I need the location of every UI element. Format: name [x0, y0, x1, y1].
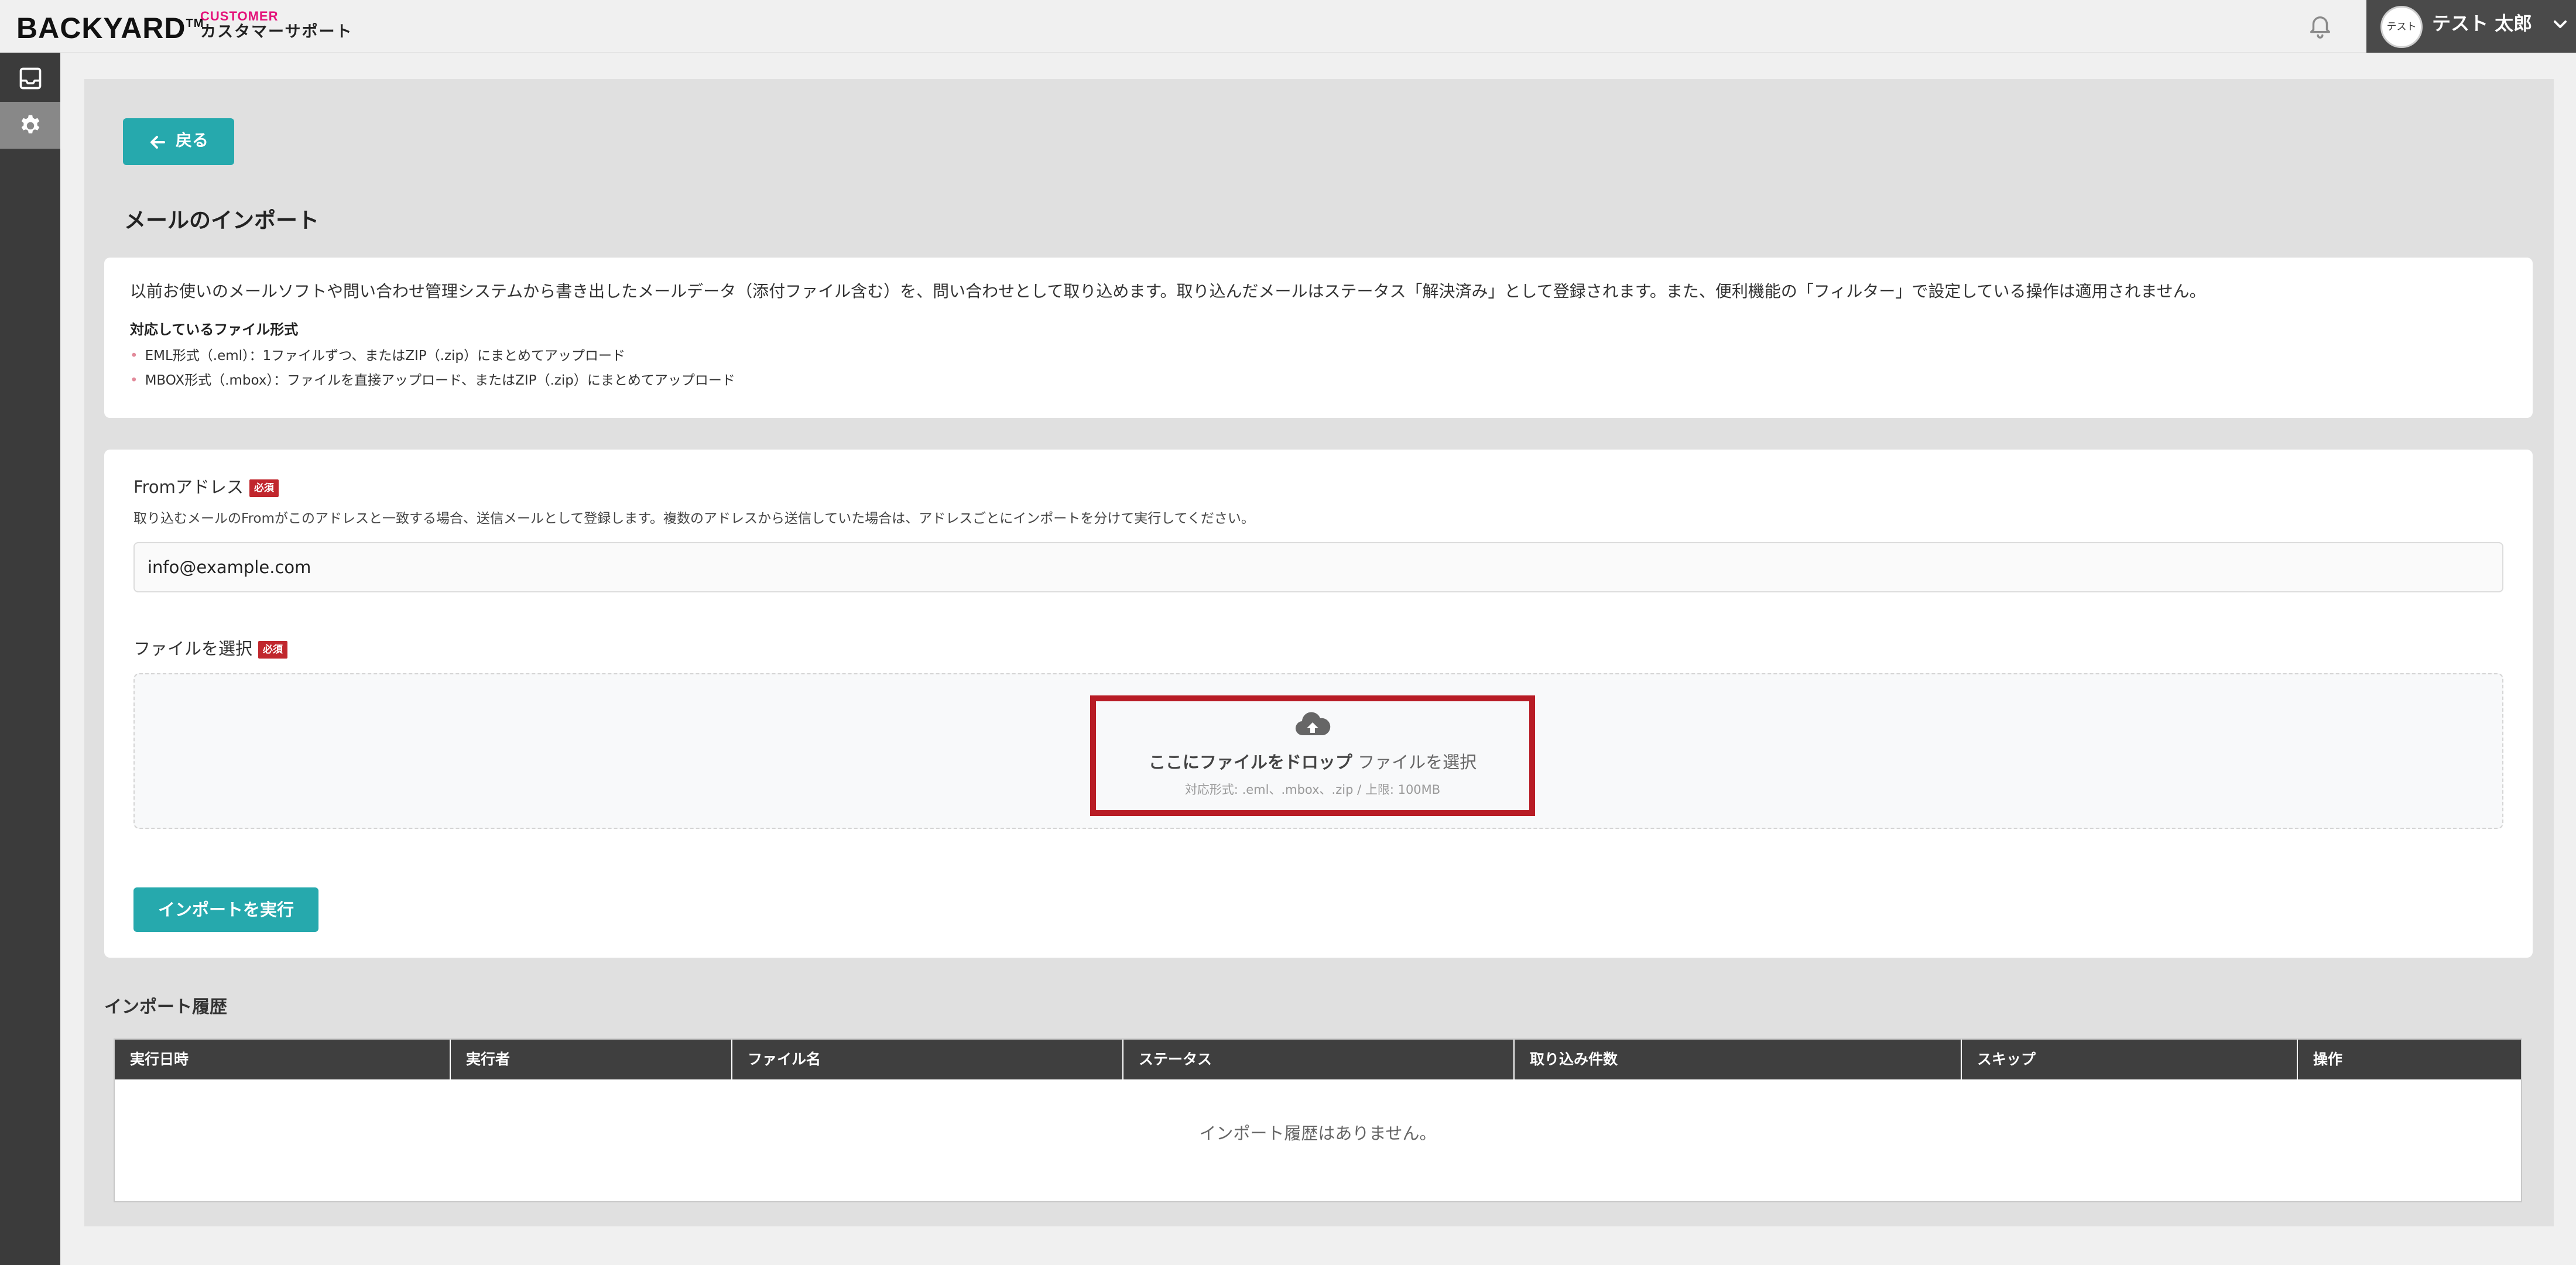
intro-description: 以前お使いのメールソフトや問い合わせ管理システムから書き出したメールデータ（添付…	[130, 282, 2206, 301]
column-header[interactable]: 実行日時	[115, 1040, 451, 1079]
run-import-button[interactable]: インポートを実行	[133, 887, 318, 932]
empty-state-text: インポート履歴はありません。	[1199, 1123, 1437, 1143]
formats-title: 対応しているファイル形式	[130, 321, 299, 338]
required-badge: 必須	[249, 479, 279, 497]
format-item: • MBOX形式（.mbox）：ファイルを直接アップロード、またはZIP（.zip…	[130, 373, 735, 388]
drop-text: ここにファイルをドロップ ファイルを選択	[1148, 752, 1477, 772]
intro-card: 以前お使いのメールソフトや問い合わせ管理システムから書き出したメールデータ（添付…	[104, 258, 2533, 418]
column-header[interactable]: スキップ	[1962, 1040, 2298, 1079]
column-header[interactable]: 操作	[2298, 1040, 2521, 1079]
file-select-link[interactable]: ファイルを選択	[1358, 752, 1477, 772]
history-table: 実行日時 実行者 ファイル名 ステータス 取り込み件数 スキップ 操作 インポー…	[114, 1038, 2522, 1202]
column-header[interactable]: 取り込み件数	[1515, 1040, 1962, 1079]
brand-subtitle: CUSTOMER カスタマーサポート	[200, 9, 352, 41]
format-item: • EML形式（.eml）：1ファイルずつ、またはZIP（.zip）にまとめてアッ…	[130, 348, 626, 364]
brand-support-text: カスタマーサポート	[200, 23, 353, 41]
avatar: テスト	[2380, 6, 2423, 48]
required-badge: 必須	[258, 641, 288, 659]
arrow-left-icon	[150, 136, 165, 149]
gear-icon	[21, 115, 40, 133]
brand-logo[interactable]: BACKYARDTM	[16, 11, 204, 46]
user-menu[interactable]: テスト テスト 太郎	[2366, 0, 2576, 53]
column-header[interactable]: 実行者	[451, 1040, 732, 1079]
column-header[interactable]: ステータス	[1123, 1040, 1515, 1079]
from-address-label: Fromアドレス 必須	[133, 475, 279, 499]
history-title: インポート履歴	[104, 997, 227, 1017]
column-header[interactable]: ファイル名	[732, 1040, 1123, 1079]
inbox-icon	[19, 67, 42, 90]
notification-bell-icon[interactable]	[2306, 13, 2335, 40]
dropzone-highlight[interactable]: ここにファイルをドロップ ファイルを選択 対応形式: .eml、.mbox、.z…	[1090, 695, 1535, 816]
top-bar: BACKYARDTM CUSTOMER カスタマーサポート テスト テスト 太郎	[0, 0, 2576, 53]
from-address-help: 取り込むメールのFromがこのアドレスと一致する場合、送信メールとして登録します…	[133, 511, 1255, 526]
table-header: 実行日時 実行者 ファイル名 ステータス 取り込み件数 スキップ 操作	[115, 1040, 2521, 1079]
cloud-upload-icon	[1294, 709, 1331, 741]
drop-hint: 対応形式: .eml、.mbox、.zip / 上限: 100MB	[1184, 783, 1441, 797]
sidebar-item-settings[interactable]	[0, 102, 60, 149]
sidebar-item-inbox[interactable]	[0, 55, 60, 102]
brand-customer-text: CUSTOMER	[200, 9, 279, 23]
chevron-down-icon	[2551, 18, 2569, 32]
user-name: テスト 太郎	[2432, 12, 2533, 35]
from-address-input[interactable]: info@example.com	[133, 542, 2503, 592]
page-title: メールのインポート	[124, 208, 319, 233]
file-select-label: ファイルを選択 必須	[133, 637, 288, 660]
back-button[interactable]: 戻る	[123, 118, 234, 165]
back-button-label: 戻る	[176, 131, 209, 150]
file-dropzone[interactable]: ここにファイルをドロップ ファイルを選択 対応形式: .eml、.mbox、.z…	[133, 673, 2503, 829]
sidebar	[0, 53, 60, 1265]
import-form-card: Fromアドレス 必須 取り込むメールのFromがこのアドレスと一致する場合、送信…	[104, 450, 2533, 958]
page-footer-strip	[60, 1226, 2576, 1265]
